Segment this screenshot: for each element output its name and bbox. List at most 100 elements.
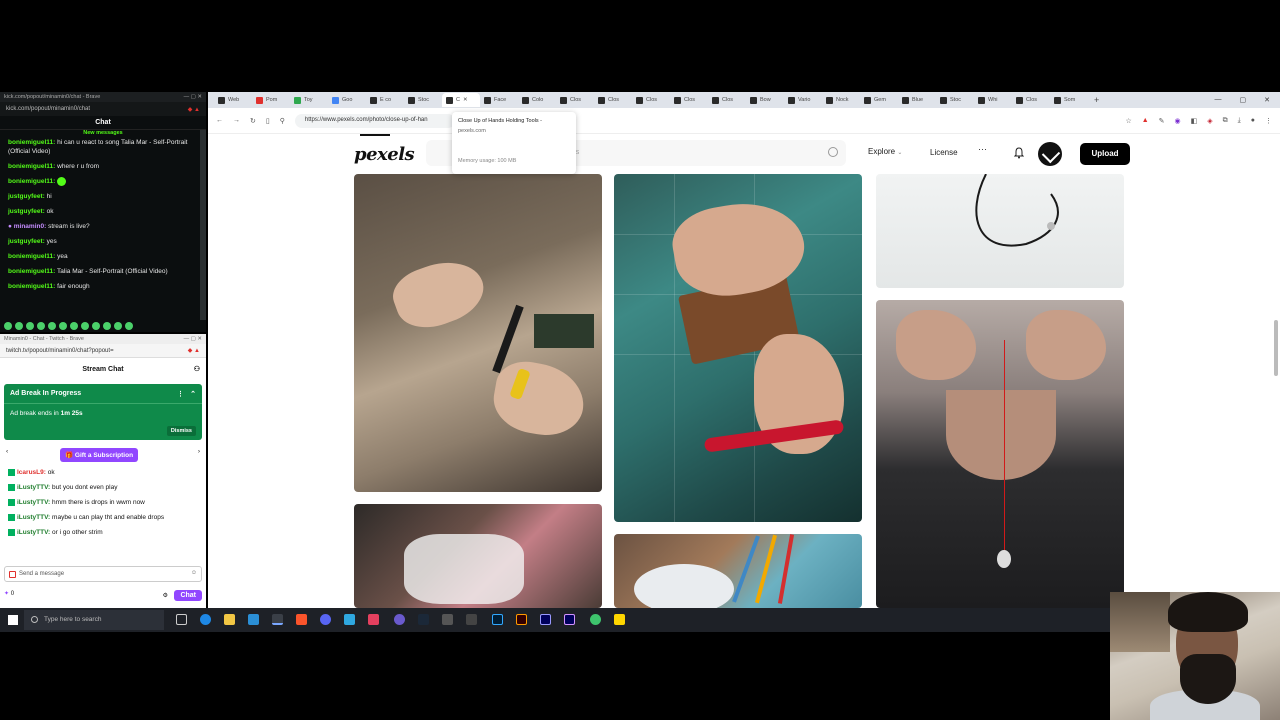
- maximize-icon[interactable]: ▢: [1240, 96, 1247, 104]
- extension-icon[interactable]: ✎: [1159, 117, 1165, 125]
- emote-icon[interactable]: [37, 322, 45, 330]
- browser-tab[interactable]: E co: [366, 93, 404, 107]
- pexels-logo[interactable]: pexels: [354, 144, 415, 165]
- chat-send-button[interactable]: Chat: [174, 590, 202, 601]
- discord-icon[interactable]: [320, 614, 331, 625]
- address-bar[interactable]: https://www.pexels.com/photo/close-up-of…: [294, 113, 455, 128]
- forward-icon[interactable]: →: [233, 117, 240, 124]
- more-menu-icon[interactable]: ···: [978, 144, 987, 154]
- chevron-left-icon[interactable]: ‹: [6, 448, 8, 455]
- browser-tab[interactable]: Clos: [594, 93, 632, 107]
- emote-icon[interactable]: [4, 322, 12, 330]
- chevron-right-icon[interactable]: ›: [198, 448, 200, 455]
- browser-tab[interactable]: Face: [480, 93, 518, 107]
- emote-bar[interactable]: [4, 322, 133, 330]
- license-link[interactable]: License: [930, 148, 958, 157]
- vertical-scrollbar[interactable]: [1274, 320, 1278, 376]
- new-tab-icon[interactable]: +: [1094, 95, 1099, 105]
- chat-username[interactable]: IcarusL9:: [17, 469, 46, 476]
- search-icon[interactable]: [828, 147, 838, 157]
- photo-card[interactable]: [876, 174, 1124, 288]
- bookmark-star-icon[interactable]: ☆: [1125, 117, 1131, 125]
- chat-username[interactable]: boniemiguel11:: [8, 283, 55, 290]
- browser-tab[interactable]: Goo: [328, 93, 366, 107]
- edge-icon[interactable]: [200, 614, 211, 625]
- extensions-puzzle-icon[interactable]: ⧉: [1223, 117, 1228, 125]
- brave-rewards-icon[interactable]: ▲: [1142, 117, 1149, 124]
- photoshop-icon[interactable]: [492, 614, 503, 625]
- reload-icon[interactable]: ↻: [250, 117, 256, 125]
- extension-icon[interactable]: ◈: [1207, 117, 1212, 125]
- browser-tab[interactable]: Clos: [708, 93, 746, 107]
- close-icon[interactable]: ✕: [463, 97, 468, 103]
- emote-icon[interactable]: [59, 322, 67, 330]
- chat-settings-icon[interactable]: [9, 571, 16, 578]
- collapse-icon[interactable]: ⌃: [190, 390, 196, 398]
- close-window-icon[interactable]: ✕: [1264, 96, 1270, 104]
- emote-icon[interactable]: [15, 322, 23, 330]
- settings-icon[interactable]: ⚙: [163, 592, 168, 599]
- emote-icon[interactable]: [103, 322, 111, 330]
- brave-shield-icon[interactable]: ◆ ▲: [188, 106, 200, 113]
- task-view-icon[interactable]: [176, 614, 187, 625]
- browser-tab-active[interactable]: C ✕: [442, 93, 480, 107]
- photo-card[interactable]: [614, 534, 862, 608]
- chat-username[interactable]: boniemiguel11:: [8, 139, 55, 146]
- users-icon[interactable]: ⚇: [194, 365, 200, 373]
- sticky-notes-icon[interactable]: [614, 614, 625, 625]
- app-icon[interactable]: [590, 614, 601, 625]
- chat-username[interactable]: justguyfeet:: [8, 238, 45, 245]
- chat-username[interactable]: justguyfeet:: [8, 208, 45, 215]
- chat-username[interactable]: boniemiguel11:: [8, 163, 55, 170]
- extension-icon[interactable]: ◧: [1191, 117, 1198, 125]
- after-effects-icon[interactable]: [564, 614, 575, 625]
- browser-tab[interactable]: Som: [1050, 93, 1088, 107]
- app-icon[interactable]: [344, 614, 355, 625]
- emote-icon[interactable]: [125, 322, 133, 330]
- browser-tab[interactable]: Whi: [974, 93, 1012, 107]
- minimize-icon[interactable]: —: [1215, 96, 1222, 104]
- browser-tab[interactable]: Pom: [252, 93, 290, 107]
- photo-card[interactable]: [876, 300, 1124, 608]
- browser-tab[interactable]: Clos: [1012, 93, 1050, 107]
- emote-icon[interactable]: [26, 322, 34, 330]
- twitch-urlbar[interactable]: twitch.tv/popout/minamin0/chat?popout= ◆…: [0, 344, 206, 358]
- back-icon[interactable]: ←: [216, 117, 223, 124]
- chat-username[interactable]: iLustyTTV:: [17, 499, 50, 506]
- chrome-icon[interactable]: [272, 614, 283, 625]
- browser-tab[interactable]: Gem: [860, 93, 898, 107]
- upload-button[interactable]: Upload: [1080, 143, 1130, 165]
- gift-subscription-button[interactable]: 🎁 Gift a Subscription: [60, 448, 139, 462]
- bell-icon[interactable]: [1013, 146, 1025, 159]
- browser-tab[interactable]: Clos: [556, 93, 594, 107]
- illustrator-icon[interactable]: [516, 614, 527, 625]
- browser-tab[interactable]: Clos: [670, 93, 708, 107]
- sidebar-icon[interactable]: ▯: [266, 117, 270, 125]
- emote-icon[interactable]: [114, 322, 122, 330]
- browser-tab[interactable]: Bow: [746, 93, 784, 107]
- twitch-url[interactable]: twitch.tv/popout/minamin0/chat?popout=: [6, 348, 114, 354]
- taskbar-search-input[interactable]: Type here to search: [24, 610, 164, 630]
- send-message-input[interactable]: Send a message ☺: [4, 566, 202, 582]
- download-icon[interactable]: ⤓: [1238, 117, 1241, 125]
- kick-url[interactable]: kick.com/popout/minamin0/chat: [6, 106, 90, 112]
- premiere-icon[interactable]: [540, 614, 551, 625]
- profile-icon[interactable]: ●: [1251, 117, 1255, 124]
- photo-card[interactable]: [354, 174, 602, 492]
- menu-icon[interactable]: ⋮: [1265, 117, 1272, 125]
- kick-urlbar[interactable]: kick.com/popout/minamin0/chat ◆ ▲: [0, 102, 206, 116]
- app-icon[interactable]: [368, 614, 379, 625]
- chat-username[interactable]: iLustyTTV:: [17, 514, 50, 521]
- chat-username[interactable]: minamin0:: [14, 223, 47, 230]
- chat-username[interactable]: boniemiguel11:: [8, 253, 55, 260]
- window-controls[interactable]: — ▢ ✕: [184, 94, 202, 100]
- file-explorer-icon[interactable]: [224, 614, 235, 625]
- browser-tab[interactable]: Colo: [518, 93, 556, 107]
- browser-tab[interactable]: Web: [214, 93, 252, 107]
- store-icon[interactable]: [248, 614, 259, 625]
- windows-start-icon[interactable]: [8, 615, 18, 625]
- emote-icon[interactable]: [92, 322, 100, 330]
- browser-tab[interactable]: Stoc: [404, 93, 442, 107]
- more-icon[interactable]: ⋮: [177, 390, 184, 398]
- emote-icon[interactable]: [48, 322, 56, 330]
